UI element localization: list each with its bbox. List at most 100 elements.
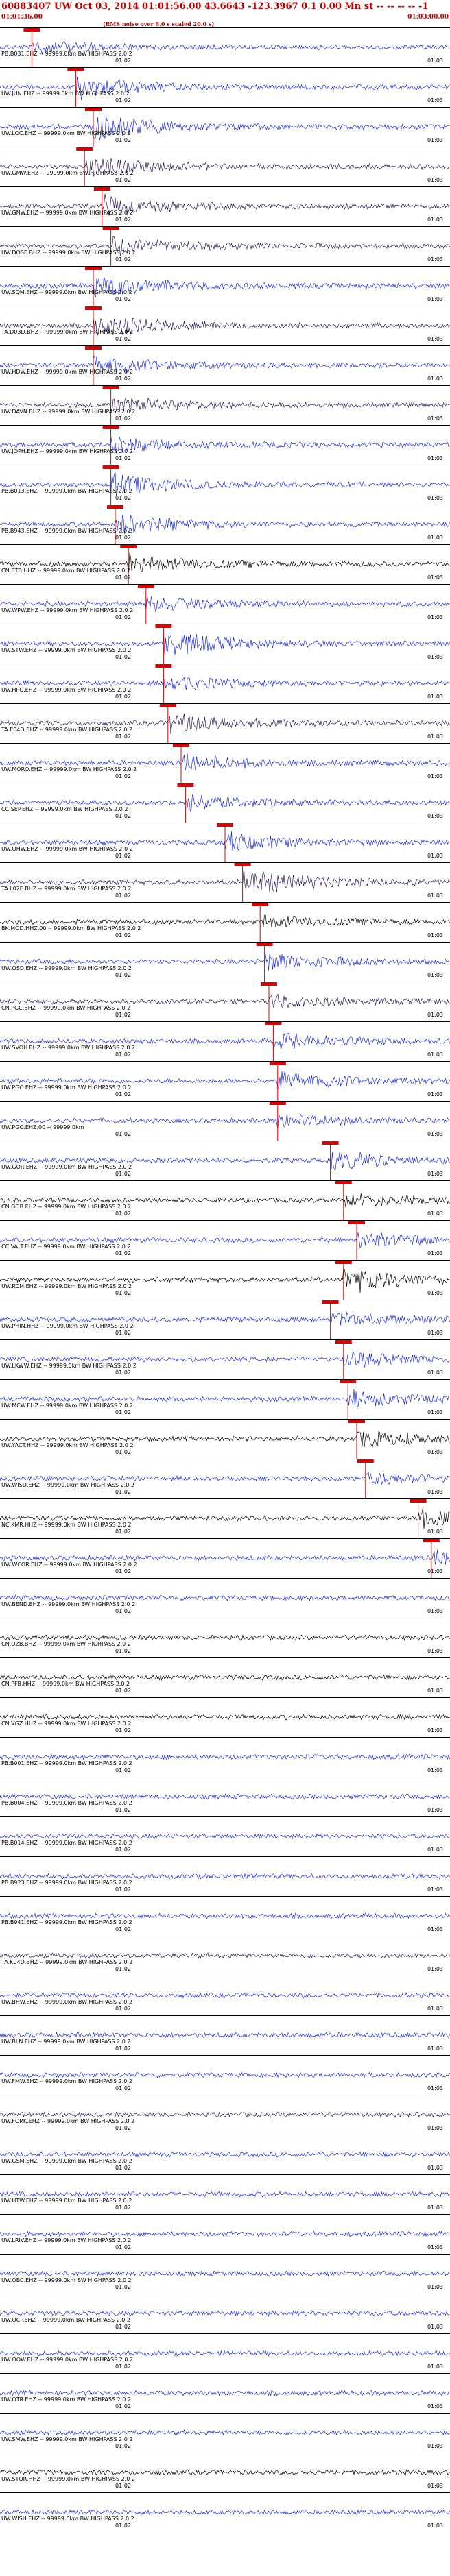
trace-svg <box>0 385 450 425</box>
station-label: UW.OBC.EHZ -- 99999.0km BW HIGHPASS 2.0 … <box>1 2277 132 2283</box>
station-label: UW.BLN.EHZ -- 99999.0km BW HIGHPASS 2.0 … <box>1 2039 131 2045</box>
time-tick-mid: 01:02 <box>115 1012 132 1018</box>
trace-svg <box>0 1300 450 1339</box>
time-tick-mid: 01:02 <box>115 2045 132 2052</box>
time-tick-mid: 01:02 <box>115 1052 132 1058</box>
waveform <box>0 1992 450 1999</box>
station-panel: UW.BHW.EHZ -- 99999.0km BW HIGHPASS 2.0 … <box>0 1976 450 2015</box>
trace-svg <box>0 2135 450 2159</box>
trace-svg <box>0 902 450 942</box>
station-panel: UW.GMW.EHZ -- 99999.0km BW HIGHPASS 2.0 … <box>0 147 450 186</box>
station-panel: UW.DAVN.BHZ -- 99999.0km BW HIGHPASS 2.0… <box>0 385 450 425</box>
time-tick-mid: 01:02 <box>115 1091 132 1097</box>
time-tick-end: 01:03 <box>427 296 443 302</box>
time-tick-end: 01:03 <box>427 256 443 263</box>
station-panel: UW.OCP.EHZ -- 99999.0km BW HIGHPASS 2.0 … <box>0 2294 450 2333</box>
station-label: UW.PGO.EHZ.00 -- 99999.0km <box>1 1124 84 1130</box>
station-label: UW.GMW.EHZ -- 99999.0km BW HIGHPASS 2.0 … <box>1 170 134 176</box>
trace-svg <box>0 2492 450 2516</box>
time-tick-mid: 01:02 <box>115 892 132 899</box>
trace-svg <box>0 2373 450 2397</box>
time-tick-end: 01:03 <box>427 773 443 779</box>
time-tick-end: 01:03 <box>427 495 443 501</box>
trace-svg <box>0 1141 450 1180</box>
station-panel: UW.FMW.EHZ -- 99999.0km BW HIGHPASS 2.0 … <box>0 2055 450 2095</box>
time-tick-mid: 01:02 <box>115 1727 132 1734</box>
trace-svg <box>0 783 450 823</box>
trace-svg <box>0 1976 450 1999</box>
time-tick-end: 01:03 <box>427 2443 443 2449</box>
station-panel: UW.WISD.EHZ -- 99999.0km BW HIGHPASS 2.0… <box>0 1459 450 1498</box>
time-tick-mid: 01:02 <box>115 2364 132 2370</box>
time-tick-mid: 01:02 <box>115 1807 132 1813</box>
time-tick-mid: 01:02 <box>115 376 132 382</box>
time-tick-end: 01:03 <box>427 1171 443 1177</box>
time-tick-end: 01:03 <box>427 2483 443 2489</box>
time-tick-mid: 01:02 <box>115 614 132 620</box>
station-panel: UW.LKWW.EHZ -- 99999.0km BW HIGHPASS 2.0… <box>0 1339 450 1379</box>
time-tick-end: 01:03 <box>427 932 443 938</box>
time-tick-end: 01:03 <box>427 2085 443 2091</box>
time-tick-mid: 01:02 <box>115 932 132 938</box>
time-tick-end: 01:03 <box>427 1449 443 1455</box>
time-tick-end: 01:03 <box>427 972 443 978</box>
trace-svg <box>0 1021 450 1061</box>
time-tick-mid: 01:02 <box>115 58 132 64</box>
trace-svg <box>0 2254 450 2277</box>
station-panel: CN.PGC.BHZ -- 99999.0km BW HIGHPASS 2.0 … <box>0 982 450 1021</box>
time-tick-end: 01:03 <box>427 97 443 104</box>
waveform <box>0 2270 450 2277</box>
trace-svg <box>0 1896 450 1920</box>
time-tick-mid: 01:02 <box>115 1409 132 1415</box>
station-panel: UW.SQM.EHZ -- 99999.0km BW HIGHPASS 2.0 … <box>0 266 450 306</box>
time-tick-end: 01:03 <box>427 1131 443 1137</box>
time-tick-end: 01:03 <box>427 2324 443 2330</box>
waveform <box>0 2191 450 2198</box>
time-tick-end: 01:03 <box>427 2045 443 2052</box>
station-label: UW.RCM.EHZ -- 99999.0km BW HIGHPASS 2.0 … <box>1 1283 132 1289</box>
time-tick-mid: 01:02 <box>115 2443 132 2449</box>
station-label: NC.KMR.HHZ -- 99999.0km BW HIGHPASS 2.0 … <box>1 1522 132 1528</box>
station-label: PB.B014.EHZ -- 99999.0km BW HIGHPASS 2.0… <box>1 1840 132 1846</box>
station-label: PB.B031.EHZ -- 99999.0km BW HIGHPASS 2.0… <box>1 51 132 57</box>
waveform <box>0 2390 450 2397</box>
trace-svg <box>0 1856 450 1880</box>
station-panel: TA.L02E.BHZ -- 99999.0km BW HIGHPASS 2.0… <box>0 862 450 902</box>
trace-svg <box>0 1061 450 1101</box>
waveform <box>0 1952 450 1959</box>
station-panel: PB.B031.EHZ -- 99999.0km BW HIGHPASS 2.0… <box>0 27 450 67</box>
time-tick-mid: 01:02 <box>115 97 132 104</box>
station-label: CN.OZB.BHZ -- 99999.0km BW HIGHPASS 2.0 … <box>1 1641 131 1647</box>
station-panel: NC.KMR.HHZ -- 99999.0km BW HIGHPASS 2.0 … <box>0 1498 450 1538</box>
time-tick-mid: 01:02 <box>115 1449 132 1455</box>
station-panel: CC.VALT.EHZ -- 99999.0km BW HIGHPASS 2.0… <box>0 1220 450 1260</box>
time-tick-mid: 01:02 <box>115 455 132 461</box>
station-label: PB.B941.EHZ -- 99999.0km BW HIGHPASS 2.0… <box>1 1919 132 1925</box>
time-tick-end: 01:03 <box>427 2125 443 2131</box>
station-panel: UW.WPW.EHZ -- 99999.0km BW HIGHPASS 2.0 … <box>0 584 450 624</box>
station-label: UW.BEND.EHZ -- 99999.0km BW HIGHPASS 2.0… <box>1 1601 136 1607</box>
trace-svg <box>0 2413 450 2436</box>
time-tick-mid: 01:02 <box>115 2125 132 2131</box>
time-tick-mid: 01:02 <box>115 1489 132 1495</box>
waveform <box>0 2231 450 2237</box>
station-label: UW.FORK.EHZ -- 99999.0km BW HIGHPASS 2.0… <box>1 2118 135 2124</box>
trace-svg <box>0 266 450 306</box>
station-label: BK.MOD.HHZ.00 -- 99999.0km BW HIGHPASS 2… <box>1 925 141 932</box>
station-panel: CN.GOB.EHZ -- 99999.0km BW HIGHPASS 2.0 … <box>0 1180 450 1220</box>
station-label: TA.E04D.BHZ -- 99999.0km BW HIGHPASS 2.0… <box>1 727 133 733</box>
station-label: CN.PFB.HHZ -- 99999.0km BW HIGHPASS 2.0 … <box>1 1681 130 1687</box>
station-label: CN.VGZ.HHZ -- 99999.0km BW HIGHPASS 2.0 … <box>1 1721 132 1727</box>
time-tick-mid: 01:02 <box>115 2483 132 2489</box>
trace-svg <box>0 1657 450 1681</box>
trace-svg <box>0 147 450 186</box>
time-tick-end: 01:03 <box>427 535 443 541</box>
trace-svg <box>0 1538 450 1578</box>
time-tick-mid: 01:02 <box>115 1529 132 1535</box>
station-label: UW.OSD.EHZ -- 99999.0km BW HIGHPASS 2.0 … <box>1 965 132 971</box>
time-tick-end: 01:03 <box>427 1847 443 1853</box>
station-panel: CN.OZB.BHZ -- 99999.0km BW HIGHPASS 2.0 … <box>0 1618 450 1657</box>
time-tick-mid: 01:02 <box>115 1847 132 1853</box>
time-tick-mid: 01:02 <box>115 1648 132 1654</box>
station-label: UW.OCP.EHZ -- 99999.0km BW HIGHPASS 2.0 … <box>1 2317 130 2323</box>
